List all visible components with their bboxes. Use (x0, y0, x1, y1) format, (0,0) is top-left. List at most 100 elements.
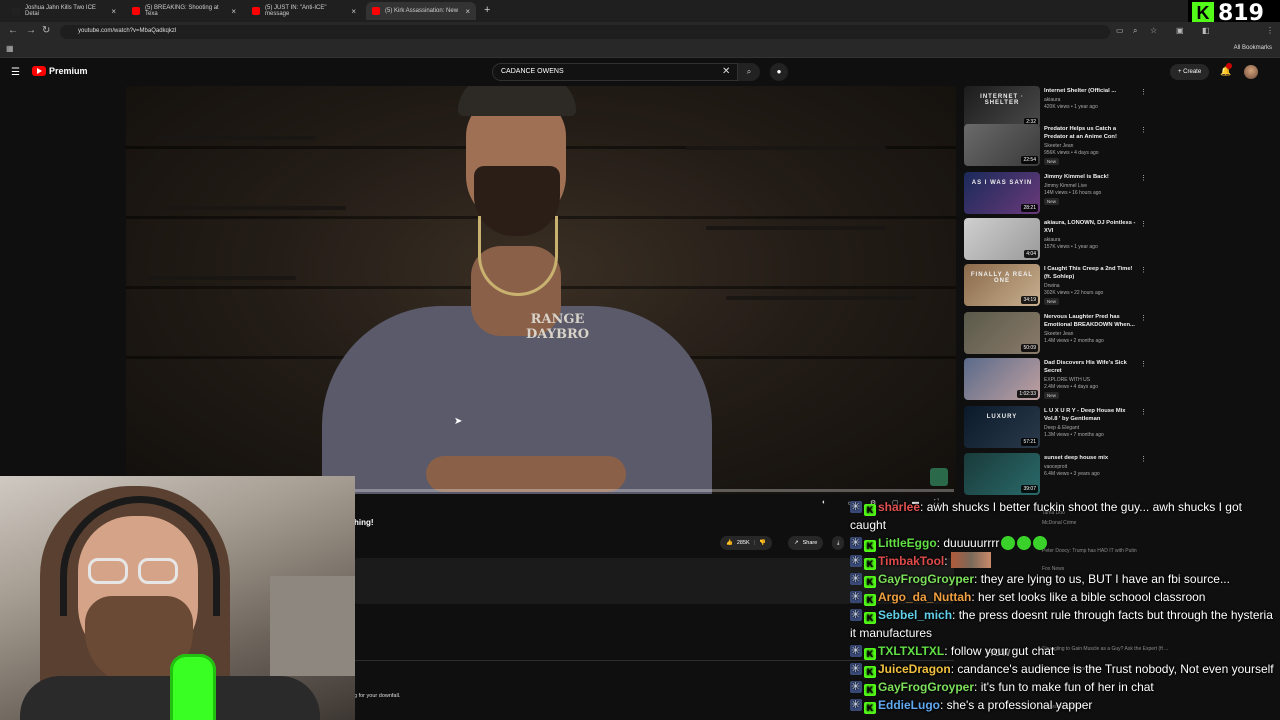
sidebar-icon[interactable]: ◧ (1202, 26, 1210, 35)
account-avatar[interactable] (1244, 65, 1258, 79)
recommended-video[interactable]: 50:09 Nervous Laughter Pred has Emotional… (964, 312, 1154, 356)
more-options-icon[interactable]: ⋮ (1140, 174, 1147, 182)
bookmark-star-icon[interactable]: ☆ (1150, 26, 1157, 35)
video-thumbnail[interactable]: AS I WAS SAYIN 28:21 (964, 172, 1040, 214)
video-title[interactable]: Predator Helps us Catch a Predator at an… (1044, 125, 1140, 141)
video-thumbnail[interactable]: 1:02:33 (964, 358, 1040, 400)
chat-username[interactable]: TXLTXLTXL (878, 644, 944, 658)
new-badge: New (1044, 298, 1060, 305)
browser-tab[interactable]: (5) Kirk Assassination: New × (366, 2, 476, 20)
tab-close-icon[interactable]: × (111, 7, 116, 16)
youtube-logo[interactable]: Premium (32, 66, 88, 76)
chat-username[interactable]: Sebbel_mich (878, 608, 952, 622)
notifications-bell-icon[interactable]: 🔔 (1220, 63, 1232, 77)
zoom-icon[interactable]: ⌕ (1133, 26, 1137, 36)
video-title[interactable]: sunset deep house mix (1044, 454, 1140, 462)
video-title[interactable]: Jimmy Kimmel is Back! (1044, 173, 1140, 181)
forward-icon[interactable]: → (26, 25, 36, 36)
more-options-icon[interactable]: ⋮ (1140, 360, 1147, 368)
all-bookmarks-link[interactable]: All Bookmarks (1234, 45, 1272, 51)
clear-search-icon[interactable]: ✕ (722, 66, 730, 77)
browser-menu-icon[interactable]: ⋮ (1266, 26, 1274, 35)
video-thumbnail[interactable]: 50:09 (964, 312, 1040, 354)
chat-username[interactable]: sharlee (878, 500, 920, 514)
chat-username[interactable]: EddieLugo (878, 698, 940, 712)
cast-icon[interactable]: ▭ (1116, 26, 1124, 35)
like-button[interactable]: 👍 285K | 👎 (720, 536, 773, 550)
recommended-video[interactable]: 22:54 Predator Helps us Catch a Predator … (964, 124, 1154, 168)
search-input[interactable]: CADANCE OWENS (492, 63, 738, 81)
chat-username[interactable]: JuiceDragon (878, 662, 951, 676)
video-title[interactable]: I Caught This Creep a 2nd Time! (ft. Soh… (1044, 265, 1140, 281)
channel-name[interactable]: Jimmy Kimmel Live (1044, 183, 1087, 189)
channel-name[interactable]: Drwina (1044, 283, 1060, 289)
chat-username[interactable]: GayFrogGroyper (878, 572, 974, 586)
video-thumbnail[interactable]: FINALLY A REAL ONE 34:19 (964, 264, 1040, 306)
create-label: Create (1183, 69, 1202, 75)
video-thumbnail[interactable]: 39:07 (964, 453, 1040, 495)
wall-rifle (156, 136, 316, 140)
video-player[interactable]: RANGE DAYBRO ➤ (126, 86, 956, 494)
video-thumbnail[interactable]: LUXURY 57:21 (964, 406, 1040, 448)
extensions-icon[interactable]: ▣ (1176, 26, 1184, 35)
new-tab-button[interactable]: + (484, 4, 490, 16)
back-icon[interactable]: ← (8, 25, 18, 36)
url-field[interactable]: youtube.com/watch?v=MbaQadkqkzI (60, 25, 1110, 39)
voice-search-button[interactable]: ● (770, 63, 788, 81)
channel-name[interactable]: Skeeter Jean (1044, 331, 1073, 337)
channel-name[interactable]: Skeeter Jean (1044, 143, 1073, 149)
chat-username[interactable]: Argo_da_Nuttah (878, 590, 971, 604)
chat-username[interactable]: TimbakTool (878, 554, 944, 568)
search-button[interactable]: ⌕ (738, 63, 760, 81)
channel-name[interactable]: akiaura (1044, 97, 1060, 103)
channel-name[interactable]: Deep & Elegant (1044, 425, 1079, 431)
autoplay-toggle[interactable]: ◐ (822, 499, 826, 506)
channel-watermark[interactable] (930, 468, 948, 486)
video-title[interactable]: Nervous Laughter Pred has Emotional BREA… (1044, 313, 1140, 329)
video-title[interactable]: L U X U R Y - Deep House Mix Vol.8 ' by … (1044, 407, 1140, 423)
share-button[interactable]: ↗ Share (788, 536, 824, 550)
video-duration: 22:54 (1021, 156, 1038, 164)
video-title[interactable]: Dad Discovers His Wife's Sick Secret (1044, 359, 1140, 375)
reload-icon[interactable]: ↻ (42, 25, 50, 36)
chat-username[interactable]: LittleEggo (878, 536, 937, 550)
recommended-video[interactable]: 4:04 akiaura, LONOWN, DJ Pointless - XVI a… (964, 218, 1154, 262)
apps-icon[interactable]: ▦ (6, 44, 14, 53)
more-options-icon[interactable]: ⋮ (1140, 314, 1147, 322)
tab-close-icon[interactable]: × (351, 7, 356, 16)
recommended-video[interactable]: 1:02:33 Dad Discovers His Wife's Sick Sec… (964, 358, 1154, 402)
video-progress-bar[interactable] (354, 489, 954, 492)
wall-rifle (166, 206, 346, 210)
download-icon: ⤓ (837, 539, 840, 546)
thumbs-down-icon[interactable]: 👎 (759, 540, 766, 546)
channel-name[interactable]: akiaura (1044, 237, 1060, 243)
recommended-video[interactable]: FINALLY A REAL ONE 34:19 I Caught This Cre… (964, 264, 1154, 308)
video-thumbnail[interactable]: 22:54 (964, 124, 1040, 166)
video-title[interactable]: Internet Shelter (Official ... (1044, 87, 1140, 95)
tab-close-icon[interactable]: × (465, 7, 470, 16)
video-thumbnail[interactable]: 4:04 (964, 218, 1040, 260)
more-options-icon[interactable]: ⋮ (1140, 220, 1147, 228)
recommended-video[interactable]: LUXURY 57:21 L U X U R Y - Deep House Mix … (964, 406, 1154, 450)
tab-close-icon[interactable]: × (231, 7, 236, 16)
browser-tab[interactable]: Joshua Jahn Kills Two ICE Detai × (6, 2, 122, 20)
chat-username[interactable]: GayFrogGroyper (878, 680, 974, 694)
more-options-icon[interactable]: ⋮ (1140, 455, 1147, 463)
more-options-icon[interactable]: ⋮ (1140, 126, 1147, 134)
recommended-video[interactable]: AS I WAS SAYIN 28:21 Jimmy Kimmel is Back!… (964, 172, 1154, 216)
browser-tab[interactable]: (5) JUST IN: "Anti-ICE" message × (246, 2, 362, 20)
create-button[interactable]: + Create (1170, 64, 1210, 80)
video-title[interactable]: akiaura, LONOWN, DJ Pointless - XVI (1044, 219, 1140, 235)
download-button[interactable]: ⤓ (832, 536, 845, 550)
channel-name[interactable]: vaoceproit (1044, 464, 1067, 470)
more-options-icon[interactable]: ⋮ (1140, 408, 1147, 416)
video-thumbnail[interactable]: INTERNET · SHELTER 2:32 (964, 86, 1040, 128)
chat-text: duuuuurrrr (943, 536, 1000, 550)
mic-icon: ● (776, 67, 782, 76)
more-options-icon[interactable]: ⋮ (1140, 266, 1147, 274)
hamburger-menu-icon[interactable]: ☰ (11, 67, 20, 78)
channel-name[interactable]: EXPLORE WITH US (1044, 377, 1090, 383)
browser-tab[interactable]: (5) BREAKING: Shooting at Texa × (126, 2, 242, 20)
recommended-video[interactable]: 39:07 sunset deep house mix vaoceproit 6.4M… (964, 453, 1154, 497)
more-options-icon[interactable]: ⋮ (1140, 88, 1147, 96)
